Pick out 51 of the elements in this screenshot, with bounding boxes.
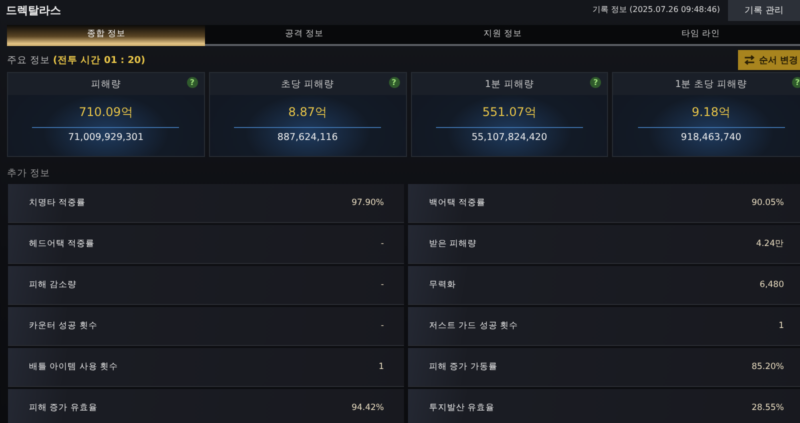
stat-label: 카운터 성공 횟수 [29,320,98,332]
stat-label: 피해 감소량 [29,279,77,291]
record-info: 기록 정보 (2025.07.26 09:48:46) [592,4,720,15]
stat-label: 피해 증가 유효율 [29,402,98,414]
card-value: 9.18억 [692,104,730,121]
card-exact-value: 55,107,824,420 [472,132,548,143]
stat-label: 저스트 가드 성공 횟수 [429,320,518,332]
stat-value: - [380,280,384,290]
tab[interactable]: 종합 정보 [7,25,206,46]
card-exact-value: 71,009,929,301 [68,132,144,143]
stat-value: 1 [378,362,384,372]
reorder-button[interactable]: 순서 변경 [738,50,800,70]
help-icon[interactable]: ? [792,77,800,88]
window-title: 드렉탈라스 [5,3,61,18]
card-value: 710.09억 [78,104,133,121]
help-icon[interactable]: ? [388,77,400,88]
tab[interactable]: 지원 정보 [404,25,602,46]
stat-label: 받은 피해량 [429,238,477,250]
card-exact-value: 918,463,740 [680,132,742,143]
stat-value: - [380,321,384,331]
card-value: 8.87억 [288,104,327,121]
stat-value: 94.42% [352,403,384,413]
card-exact-value: 887,624,116 [277,132,338,143]
stat-value: 4.24만 [756,238,784,250]
swap-icon [744,55,755,65]
stat-label: 배틀 아이템 사용 횟수 [29,361,118,373]
stat-label: 무력화 [429,279,456,291]
record-manage-button[interactable]: 기록 관리 [728,0,800,21]
stat-value: - [380,239,384,249]
help-icon[interactable]: ? [590,77,602,88]
stat-label: 치명타 적중률 [29,197,86,209]
section-title: 추가 정보 [7,167,52,180]
section-title: 주요 정보 (전투 시간 01 : 20) [7,54,146,66]
stat-label: 헤드어택 적중률 [29,238,95,250]
stat-value: 1 [778,321,784,331]
card-label: 1분 초당 피해량 [675,78,748,90]
stat-label: 피해 증가 가동률 [429,361,498,373]
stat-value: 85.20% [752,362,784,372]
tab[interactable]: 공격 정보 [205,25,404,46]
stat-value: 90.05% [752,198,784,208]
card-value: 551.07억 [482,104,536,121]
help-icon[interactable]: ? [186,77,198,88]
stat-label: 투지발산 유효율 [429,402,495,414]
stat-label: 백어택 적중률 [429,197,486,209]
card-label: 1분 피해량 [484,78,534,90]
card-label: 초당 피해량 [281,78,334,90]
card-label: 피해량 [90,78,121,90]
stat-value: 97.90% [352,198,384,208]
stat-value: 28.55% [752,403,784,413]
tab[interactable]: 타임 라인 [602,25,800,46]
stat-value: 6,480 [760,280,784,290]
